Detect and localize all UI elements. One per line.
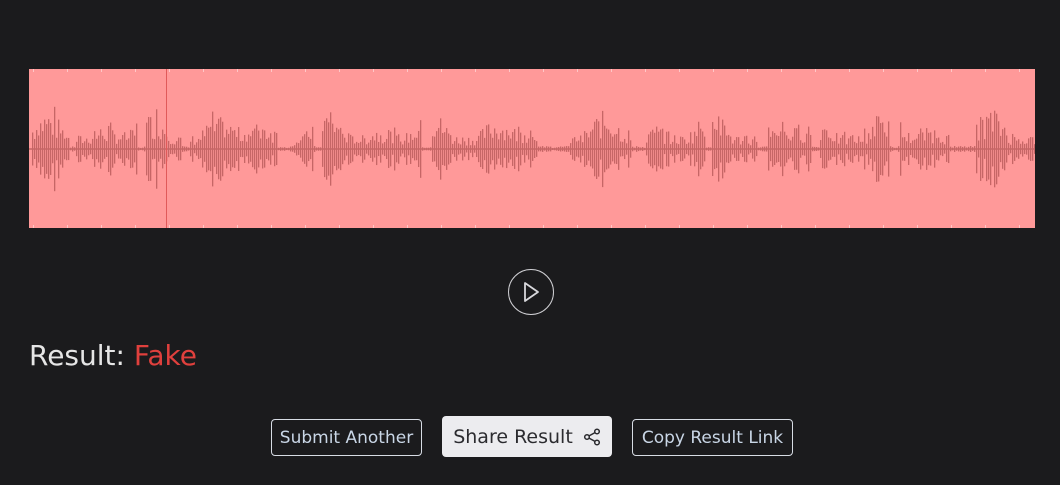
share-result-label: Share Result — [453, 425, 573, 448]
result-label: Result: — [29, 339, 125, 372]
audio-waveform[interactable] — [29, 69, 1035, 228]
page: Result: Fake Submit Another Share Result… — [0, 0, 1060, 485]
play-icon — [524, 282, 539, 302]
waveform-graphic — [29, 69, 1035, 228]
copy-result-link-button[interactable]: Copy Result Link — [632, 419, 793, 456]
share-result-button[interactable]: Share Result — [442, 416, 612, 457]
copy-result-link-label: Copy Result Link — [641, 427, 784, 448]
share-icon — [583, 427, 600, 446]
playhead-cursor[interactable] — [166, 69, 167, 228]
result-verdict: Fake — [133, 339, 197, 372]
submit-another-label: Submit Another — [279, 427, 414, 448]
play-button[interactable] — [508, 269, 554, 315]
submit-another-button[interactable]: Submit Another — [271, 419, 422, 456]
result-line: Result: Fake — [29, 338, 197, 374]
